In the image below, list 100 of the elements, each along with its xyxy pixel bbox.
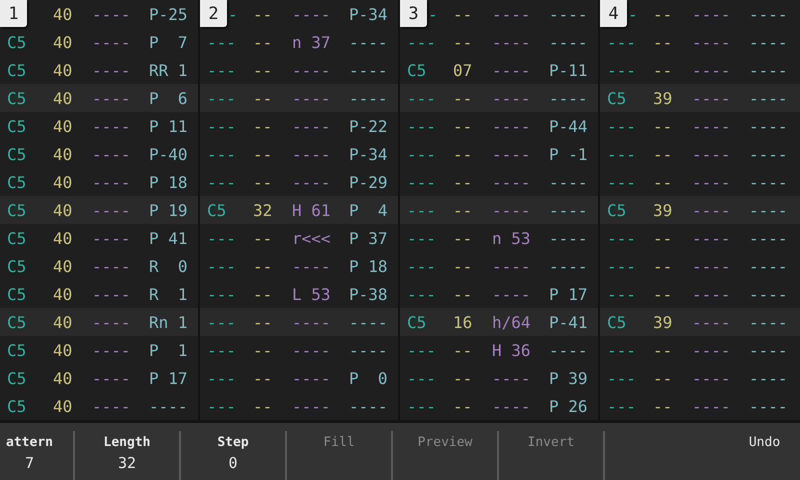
note-cell-text: C5 [7, 200, 28, 220]
effect-cell-text: ---- [692, 368, 732, 388]
effect-cell-text: P 6 [149, 88, 189, 108]
effect-cell-text: ---- [692, 340, 732, 360]
note-cell: --- [407, 368, 437, 388]
volume-cell-text: -- [653, 228, 674, 248]
effect-cell-text: ---- [749, 312, 789, 332]
toolbar-button[interactable]: Step 0 [181, 431, 287, 480]
note-cell: --- [607, 116, 637, 136]
note-cell: --- [407, 172, 437, 192]
note-cell: --- [207, 144, 237, 164]
note-cell: --- [607, 172, 637, 192]
effect-cell-text: ---- [92, 368, 132, 388]
effect-cell-text: ---- [292, 340, 332, 360]
effect-cell-text: ---- [292, 88, 332, 108]
note-cell: --- [607, 284, 637, 304]
volume-cell-text: -- [453, 368, 474, 388]
effect-cell-text: P-34 [349, 4, 389, 24]
effect-cell-text: Rn 1 [149, 312, 189, 332]
note-cell: --- [407, 88, 437, 108]
effect-cell-text: ---- [349, 312, 389, 332]
volume-cell-text: -- [253, 60, 274, 80]
channel-number-button[interactable]: 2 [200, 0, 227, 27]
effect-cell-text: ---- [492, 32, 532, 52]
channel-number-button[interactable]: 1 [0, 0, 27, 27]
effect-cell-text: ---- [692, 88, 732, 108]
effect-cell-text: ---- [692, 312, 732, 332]
volume-cell-text: -- [253, 284, 274, 304]
effect-cell-text: P 37 [349, 228, 389, 248]
volume-cell-text: 40 [53, 60, 74, 80]
effect-cell-text: ---- [149, 396, 189, 416]
effect-cell-text: ---- [292, 116, 332, 136]
note-cell: --- [207, 284, 237, 304]
volume-cell-text: 40 [53, 312, 74, 332]
note-cell: --- [607, 228, 637, 248]
effect-cell-text: ---- [92, 32, 132, 52]
toolbar-button[interactable]: Length 32 [75, 431, 181, 480]
effect-cell-text: P -1 [549, 144, 589, 164]
effect-cell-text: ---- [749, 144, 789, 164]
volume-cell-text: -- [253, 88, 274, 108]
effect-cell-text: ---- [549, 32, 589, 52]
effect-cell-text: P-25 [149, 4, 189, 24]
effect-cell-text: RR 1 [149, 60, 189, 80]
effect-cell-text: ---- [749, 228, 789, 248]
volume-cell-text: -- [453, 172, 474, 192]
note-cell-text: C5 [7, 60, 28, 80]
volume-cell-text: -- [453, 396, 474, 416]
volume-cell-text: 40 [53, 340, 74, 360]
volume-cell-text: 40 [53, 144, 74, 164]
volume-cell-text: -- [453, 116, 474, 136]
effect-cell-text: ---- [492, 284, 532, 304]
volume-cell-text: -- [253, 396, 274, 416]
effect-cell-text: P-40 [149, 144, 189, 164]
note-cell: --- [207, 88, 237, 108]
note-cell: --- [407, 340, 437, 360]
volume-cell-text: -- [453, 88, 474, 108]
note-cell: --- [607, 368, 637, 388]
volume-cell-text: 40 [53, 368, 74, 388]
note-cell-text: C5 [7, 116, 28, 136]
effect-cell-text: P 41 [149, 228, 189, 248]
volume-cell-text: 40 [53, 116, 74, 136]
effect-cell-text: ---- [692, 396, 732, 416]
effect-cell-text: ---- [749, 396, 789, 416]
effect-cell-text: R 0 [149, 256, 189, 276]
effect-cell-text: P-38 [349, 284, 389, 304]
effect-cell-text: ---- [692, 60, 732, 80]
effect-cell-text: ---- [492, 256, 532, 276]
note-cell: --- [207, 172, 237, 192]
effect-cell-text: ---- [749, 116, 789, 136]
toolbar-button[interactable]: Undo [711, 431, 800, 480]
effect-cell-text: r<<< [292, 228, 332, 248]
effect-cell-text: h/64 [492, 312, 532, 332]
effect-cell-text: ---- [292, 60, 332, 80]
channel-number-button[interactable]: 3 [400, 0, 427, 27]
effect-cell-text: ---- [292, 144, 332, 164]
note-cell-text: C5 [7, 32, 28, 52]
effect-cell-text: ---- [292, 172, 332, 192]
volume-cell-text: -- [653, 32, 674, 52]
volume-cell-text: -- [253, 256, 274, 276]
note-cell-text: C5 [207, 200, 228, 220]
volume-cell-text: -- [653, 4, 674, 24]
effect-cell-text: P 17 [549, 284, 589, 304]
note-cell-text: C5 [7, 172, 28, 192]
toolbar-button[interactable]: attern 7 [0, 431, 75, 480]
effect-cell-text: ---- [692, 284, 732, 304]
effect-cell-text: H 61 [292, 200, 332, 220]
effect-cell-text: ---- [492, 144, 532, 164]
note-cell: --- [207, 368, 237, 388]
effect-cell-text: P 0 [349, 368, 389, 388]
volume-cell-text: 39 [653, 312, 674, 332]
effect-cell-text: ---- [92, 60, 132, 80]
effect-cell-text: P 18 [349, 256, 389, 276]
note-cell: --- [207, 116, 237, 136]
volume-cell-text: -- [653, 60, 674, 80]
note-cell: --- [407, 256, 437, 276]
channel-number-button[interactable]: 4 [600, 0, 627, 27]
effect-cell-text: P 39 [549, 368, 589, 388]
note-cell: --- [407, 116, 437, 136]
note-cell-text: C5 [7, 396, 28, 416]
effect-cell-text: ---- [692, 4, 732, 24]
